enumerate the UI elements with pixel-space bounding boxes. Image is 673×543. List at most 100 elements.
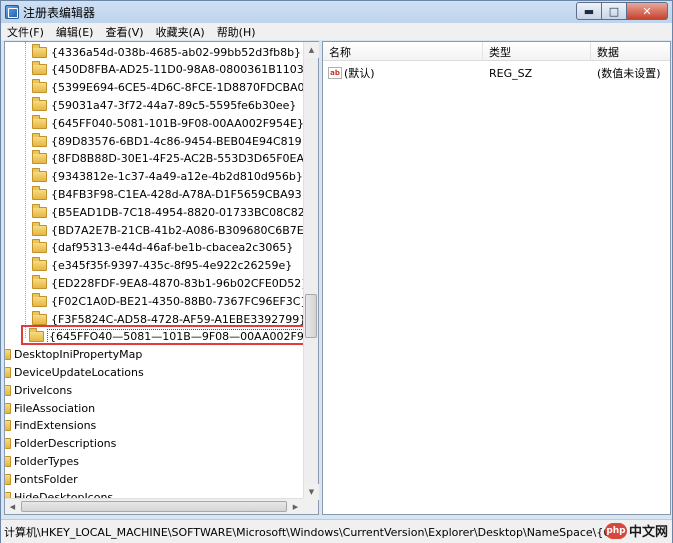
tree-item-guid[interactable]: {645FF040-5081-101B-9F08-00AA002F954E}: [32, 114, 304, 132]
tree-item[interactable]: DriveIcons: [5, 381, 72, 399]
values-list-pane[interactable]: 名称 类型 数据 ab (默认) REG_SZ (数值未设置): [322, 41, 671, 515]
tree-item-label: {9343812e-1c37-4a49-a12e-4b2d810d956b}: [51, 170, 303, 184]
tree-vertical-scroll-thumb[interactable]: [305, 294, 317, 338]
watermark-text: 中文网: [628, 525, 668, 540]
tree-item-label: {645FF040-5081-101B-9F08-00AA002F954E}: [51, 116, 304, 130]
tree-item-guid[interactable]: {89D83576-6BD1-4c86-9454-BEB04E94C819}: [32, 132, 304, 150]
folder-icon: [32, 79, 47, 94]
folder-icon: [32, 292, 47, 307]
tree-item-label: {5399E694-6CE5-4D6C-8FCE-1D8870FDCBA0}: [51, 81, 304, 95]
tree-item-guid[interactable]: {9343812e-1c37-4a49-a12e-4b2d810d956b}: [32, 168, 303, 186]
column-header-type[interactable]: 类型: [483, 42, 591, 61]
tree-item[interactable]: DesktopIniPropertyMap: [5, 346, 142, 364]
folder-icon: [32, 114, 47, 129]
tree-item-label: {8FD8B88D-30E1-4F25-AC2B-553D3D65F0EA}: [51, 152, 304, 166]
tree-item-label: FindExtensions: [14, 419, 97, 433]
tree-item-guid[interactable]: {daf95313-e44d-46af-be1b-cbacea2c3065}: [32, 239, 293, 257]
folder-icon: [32, 168, 47, 183]
tree-item-guid[interactable]: {4336a54d-038b-4685-ab02-99bb52d3fb8b}: [32, 43, 301, 61]
tree-item-label: {89D83576-6BD1-4c86-9454-BEB04E94C819}: [51, 134, 304, 148]
tree-item-label: {ED228FDF-9EA8-4870-83b1-96b02CFE0D52}: [51, 276, 304, 290]
window-title: 注册表编辑器: [23, 5, 96, 20]
tree-item[interactable]: FolderDescriptions: [5, 435, 116, 453]
close-button[interactable]: ✕: [626, 2, 668, 20]
folder-icon: [5, 473, 11, 485]
tree-item-guid[interactable]: {8FD8B88D-30E1-4F25-AC2B-553D3D65F0EA}: [32, 150, 304, 168]
title-bar[interactable]: 注册表编辑器 ▬ □ ✕: [1, 1, 672, 23]
value-type-cell: REG_SZ: [489, 66, 533, 80]
folder-icon: [32, 310, 47, 325]
scroll-up-arrow-icon[interactable]: ▲: [304, 42, 319, 58]
maximize-button[interactable]: □: [601, 2, 627, 20]
menu-file[interactable]: 文件(F): [1, 24, 50, 40]
tree-item-label: {59031a47-3f72-44a7-89c5-5595fe6b30ee}: [51, 98, 297, 112]
tree-item[interactable]: FileAssociation: [5, 399, 95, 417]
folder-icon: [5, 384, 11, 396]
folder-icon: [32, 185, 47, 200]
tree-item-guid[interactable]: {59031a47-3f72-44a7-89c5-5595fe6b30ee}: [32, 96, 296, 114]
tree-item-guid[interactable]: {F02C1A0D-BE21-4350-88B0-7367FC96EF3C}: [32, 292, 304, 310]
minimize-button[interactable]: ▬: [576, 2, 602, 20]
column-header-data[interactable]: 数据: [591, 42, 670, 61]
folder-icon: [5, 455, 11, 467]
folder-icon: [32, 96, 47, 111]
key-tree-pane[interactable]: {4336a54d-038b-4685-ab02-99bb52d3fb8b} {4…: [4, 41, 319, 515]
tree-item-guid[interactable]: {5399E694-6CE5-4D6C-8FCE-1D8870FDCBA0}: [32, 79, 304, 97]
folder-icon: [32, 221, 47, 236]
folder-icon: [5, 438, 11, 450]
tree-item-label: {e345f35f-9397-435c-8f95-4e922c26259e}: [51, 259, 293, 273]
tree-item-label: {BD7A2E7B-21CB-41b2-A086-B309680C6B7E}: [51, 223, 304, 237]
tree-item-label: {450D8FBA-AD25-11D0-98A8-0800361B1103}: [51, 63, 304, 77]
folder-icon: [32, 43, 47, 58]
watermark-logo: php: [604, 522, 627, 539]
folder-icon: [5, 420, 11, 432]
tree-item-guid[interactable]: {450D8FBA-AD25-11D0-98A8-0800361B1103}: [32, 61, 304, 79]
menu-view[interactable]: 查看(V): [99, 24, 149, 40]
string-value-icon: ab: [328, 67, 342, 79]
value-data-cell: (数值未设置): [597, 67, 661, 80]
status-path: 计算机\HKEY_LOCAL_MACHINE\SOFTWARE\Microsof…: [4, 525, 625, 539]
column-header-name[interactable]: 名称: [323, 42, 483, 61]
tree-item-label: DriveIcons: [14, 383, 73, 397]
tree-item-label: FileAssociation: [14, 401, 96, 415]
window-controls: ▬ □ ✕: [576, 2, 668, 20]
menu-bar: 文件(F) 编辑(E) 查看(V) 收藏夹(A) 帮助(H): [1, 23, 672, 40]
folder-icon: [32, 61, 47, 76]
value-name: (默认): [344, 67, 375, 80]
tree-horizontal-scrollbar[interactable]: ◀ ▶: [5, 498, 304, 514]
tree-guide-line: [25, 42, 26, 338]
tree-item-guid[interactable]: {B4FB3F98-C1EA-428d-A78A-D1F5659CBA93}: [32, 185, 304, 203]
scroll-right-arrow-icon[interactable]: ▶: [288, 499, 303, 514]
tree-item-label: {daf95313-e44d-46af-be1b-cbacea2c3065}: [51, 241, 294, 255]
scroll-left-arrow-icon[interactable]: ◀: [5, 499, 20, 514]
tree-item[interactable]: FontsFolder: [5, 470, 78, 488]
tree-vertical-scrollbar[interactable]: ▲ ▼: [303, 42, 319, 500]
menu-edit[interactable]: 编辑(E): [50, 24, 100, 40]
tree-item-label: {F3F5824C-AD58-4728-AF59-A1EBE3392799}: [51, 312, 304, 326]
tree-item[interactable]: FolderTypes: [5, 452, 79, 470]
tree-item-label: FontsFolder: [14, 472, 78, 486]
regedit-app-icon: [5, 5, 19, 19]
key-tree[interactable]: {4336a54d-038b-4685-ab02-99bb52d3fb8b} {4…: [5, 42, 304, 500]
tree-item[interactable]: DeviceUpdateLocations: [5, 363, 144, 381]
tree-item-guid[interactable]: {e345f35f-9397-435c-8f95-4e922c26259e}: [32, 257, 292, 275]
folder-icon: [5, 402, 11, 414]
folder-icon: [32, 257, 47, 272]
tree-item-label: DeviceUpdateLocations: [14, 365, 144, 379]
watermark: php 中文网: [604, 521, 668, 540]
folder-icon: [32, 150, 47, 165]
tree-item-label: {F02C1A0D-BE21-4350-88B0-7367FC96EF3C}: [51, 294, 304, 308]
tree-item[interactable]: FindExtensions: [5, 417, 96, 435]
tree-item-guid[interactable]: {BD7A2E7B-21CB-41b2-A086-B309680C6B7E}: [32, 221, 304, 239]
folder-icon: [32, 132, 47, 147]
folder-icon: [32, 239, 47, 254]
tree-item-guid[interactable]: {ED228FDF-9EA8-4870-83b1-96b02CFE0D52}: [32, 274, 304, 292]
tree-item-label: DesktopIniPropertyMap: [14, 348, 143, 362]
menu-favorites[interactable]: 收藏夹(A): [150, 24, 211, 40]
highlight-annotation: [21, 325, 308, 345]
value-row[interactable]: ab (默认) REG_SZ (数值未设置): [323, 64, 670, 82]
tree-item-guid[interactable]: {B5EAD1DB-7C18-4954-8820-01733BC08C82}: [32, 203, 304, 221]
tree-horizontal-scroll-thumb[interactable]: [21, 501, 287, 512]
folder-icon: [32, 274, 47, 289]
menu-help[interactable]: 帮助(H): [211, 24, 262, 40]
